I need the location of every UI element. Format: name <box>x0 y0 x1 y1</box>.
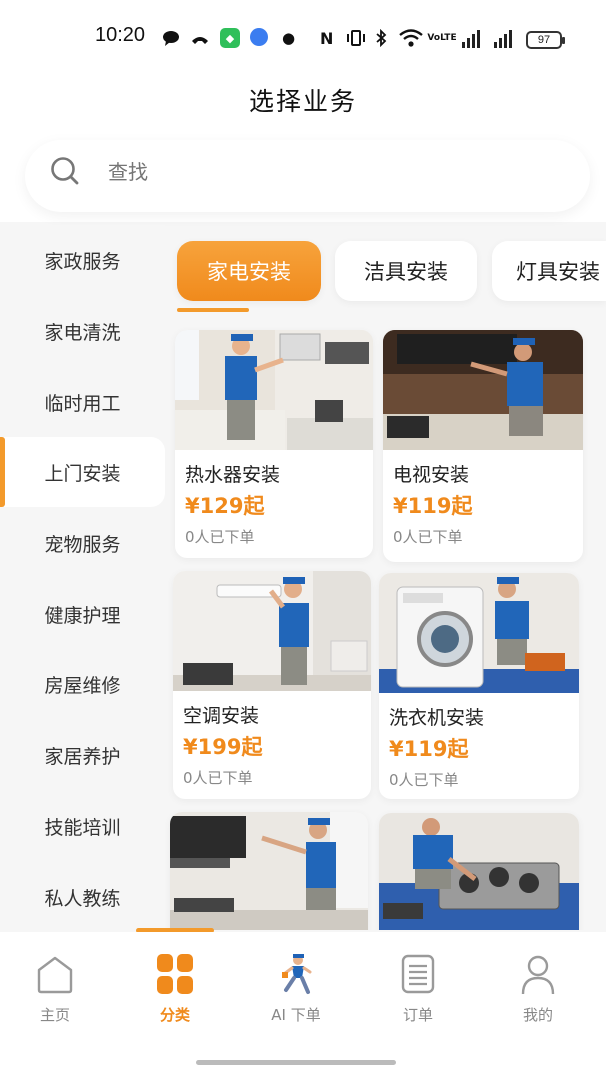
tab-indicator <box>177 308 249 312</box>
battery-indicator: 97 <box>526 31 565 49</box>
tv-install-image <box>383 330 583 450</box>
tab-sanitary-install[interactable]: 洁具安装 <box>335 241 477 301</box>
product-card-gas-stove[interactable] <box>379 813 579 930</box>
nfc-icon: N <box>320 28 334 48</box>
sidebar-item-home-maintenance[interactable]: 家居养护 <box>0 720 165 790</box>
sidebar-item-personal-trainer[interactable]: 私人教练 <box>0 862 165 932</box>
product-title: 热水器安装 <box>185 464 281 486</box>
air-conditioner-install-image <box>173 571 371 691</box>
nav-ai-order-label: AI 下单 <box>271 1006 321 1024</box>
product-card-range-hood[interactable] <box>170 812 368 930</box>
product-price: ¥199起 <box>183 735 263 759</box>
tab-appliance-install[interactable]: 家电安装 <box>177 241 321 301</box>
product-title: 空调安装 <box>183 705 260 727</box>
product-card-water-heater[interactable]: 热水器安装 ¥129起 0人已下单 <box>175 330 373 558</box>
range-hood-install-image <box>170 812 368 930</box>
sidebar-item-temp-labor[interactable]: 临时用工 <box>0 367 165 437</box>
product-price: ¥119起 <box>393 494 473 518</box>
washing-machine-install-image <box>379 573 579 693</box>
sidebar-item-appliance-cleaning[interactable]: 家电清洗 <box>0 296 165 366</box>
nav-profile[interactable]: 我的 <box>498 952 578 1025</box>
sidebar-item-skill-training[interactable]: 技能培训 <box>0 791 165 861</box>
more-dot-icon: ● <box>282 29 296 47</box>
nav-category[interactable]: 分类 <box>135 952 215 1025</box>
tab-lighting-install[interactable]: 灯具安装 <box>492 241 606 301</box>
nav-home[interactable]: 主页 <box>15 952 95 1025</box>
nav-ai-order[interactable]: AI 下单 <box>256 952 336 1025</box>
search-input[interactable] <box>108 158 408 186</box>
product-title: 洗衣机安装 <box>389 707 485 729</box>
status-bar: 10:20 ◆ ● N VoLTE 97 <box>0 0 606 72</box>
vibrate-icon <box>346 28 366 48</box>
product-card-tv[interactable]: 电视安装 ¥119起 0人已下单 <box>383 330 583 562</box>
search-icon[interactable] <box>50 156 80 186</box>
nav-home-label: 主页 <box>39 1006 70 1024</box>
home-icon <box>37 956 73 994</box>
water-heater-install-image <box>175 330 373 450</box>
product-order-count: 0人已下单 <box>183 769 253 787</box>
sidebar-item-health-care[interactable]: 健康护理 <box>0 579 165 649</box>
wifi-icon <box>398 28 424 48</box>
sidebar-item-installation[interactable]: 上门安装 <box>0 437 165 507</box>
bluetooth-icon <box>374 28 388 48</box>
product-order-count: 0人已下单 <box>389 771 459 789</box>
nav-profile-label: 我的 <box>522 1006 553 1024</box>
home-indicator-bar[interactable] <box>196 1060 396 1065</box>
running-worker-icon <box>282 954 312 994</box>
product-title: 电视安装 <box>393 464 470 486</box>
product-order-count: 0人已下单 <box>185 528 255 546</box>
browser-notification-icon <box>250 28 268 46</box>
chat-bubble-icon <box>162 28 180 48</box>
page-title: 选择业务 <box>248 87 357 116</box>
sidebar-item-house-repair[interactable]: 房屋维修 <box>0 649 165 719</box>
nav-category-label: 分类 <box>159 1006 190 1024</box>
category-grid-icon <box>157 954 193 994</box>
status-time: 10:20 <box>95 24 146 46</box>
signal-strength-icon-2 <box>494 30 512 48</box>
product-price: ¥119起 <box>389 737 469 761</box>
product-order-count: 0人已下单 <box>393 528 463 546</box>
nav-orders[interactable]: 订单 <box>378 952 458 1025</box>
product-card-washing-machine[interactable]: 洗衣机安装 ¥119起 0人已下单 <box>379 573 579 799</box>
volte-icon: VoLTE <box>427 32 457 43</box>
signal-strength-icon-1 <box>462 30 480 48</box>
product-card-air-conditioner[interactable]: 空调安装 ¥199起 0人已下单 <box>173 571 371 799</box>
sidebar-item-pet-service[interactable]: 宠物服务 <box>0 508 165 578</box>
sidebar-item-housekeeping[interactable]: 家政服务 <box>0 225 165 295</box>
category-sidebar: 家政服务 家电清洗 临时用工 上门安装 宠物服务 健康护理 房屋维修 家居养护 … <box>0 225 165 925</box>
gas-stove-install-image <box>379 813 579 930</box>
order-list-icon <box>401 954 435 994</box>
missed-call-icon <box>190 28 210 48</box>
nav-orders-label: 订单 <box>402 1006 433 1024</box>
profile-icon <box>521 955 555 995</box>
service-content: 家电安装 洁具安装 灯具安装 热水器安装 ¥129起 0人已下单 电视安装 ¥1… <box>165 225 606 930</box>
app-notification-icon: ◆ <box>220 28 240 48</box>
product-price: ¥129起 <box>185 494 265 518</box>
